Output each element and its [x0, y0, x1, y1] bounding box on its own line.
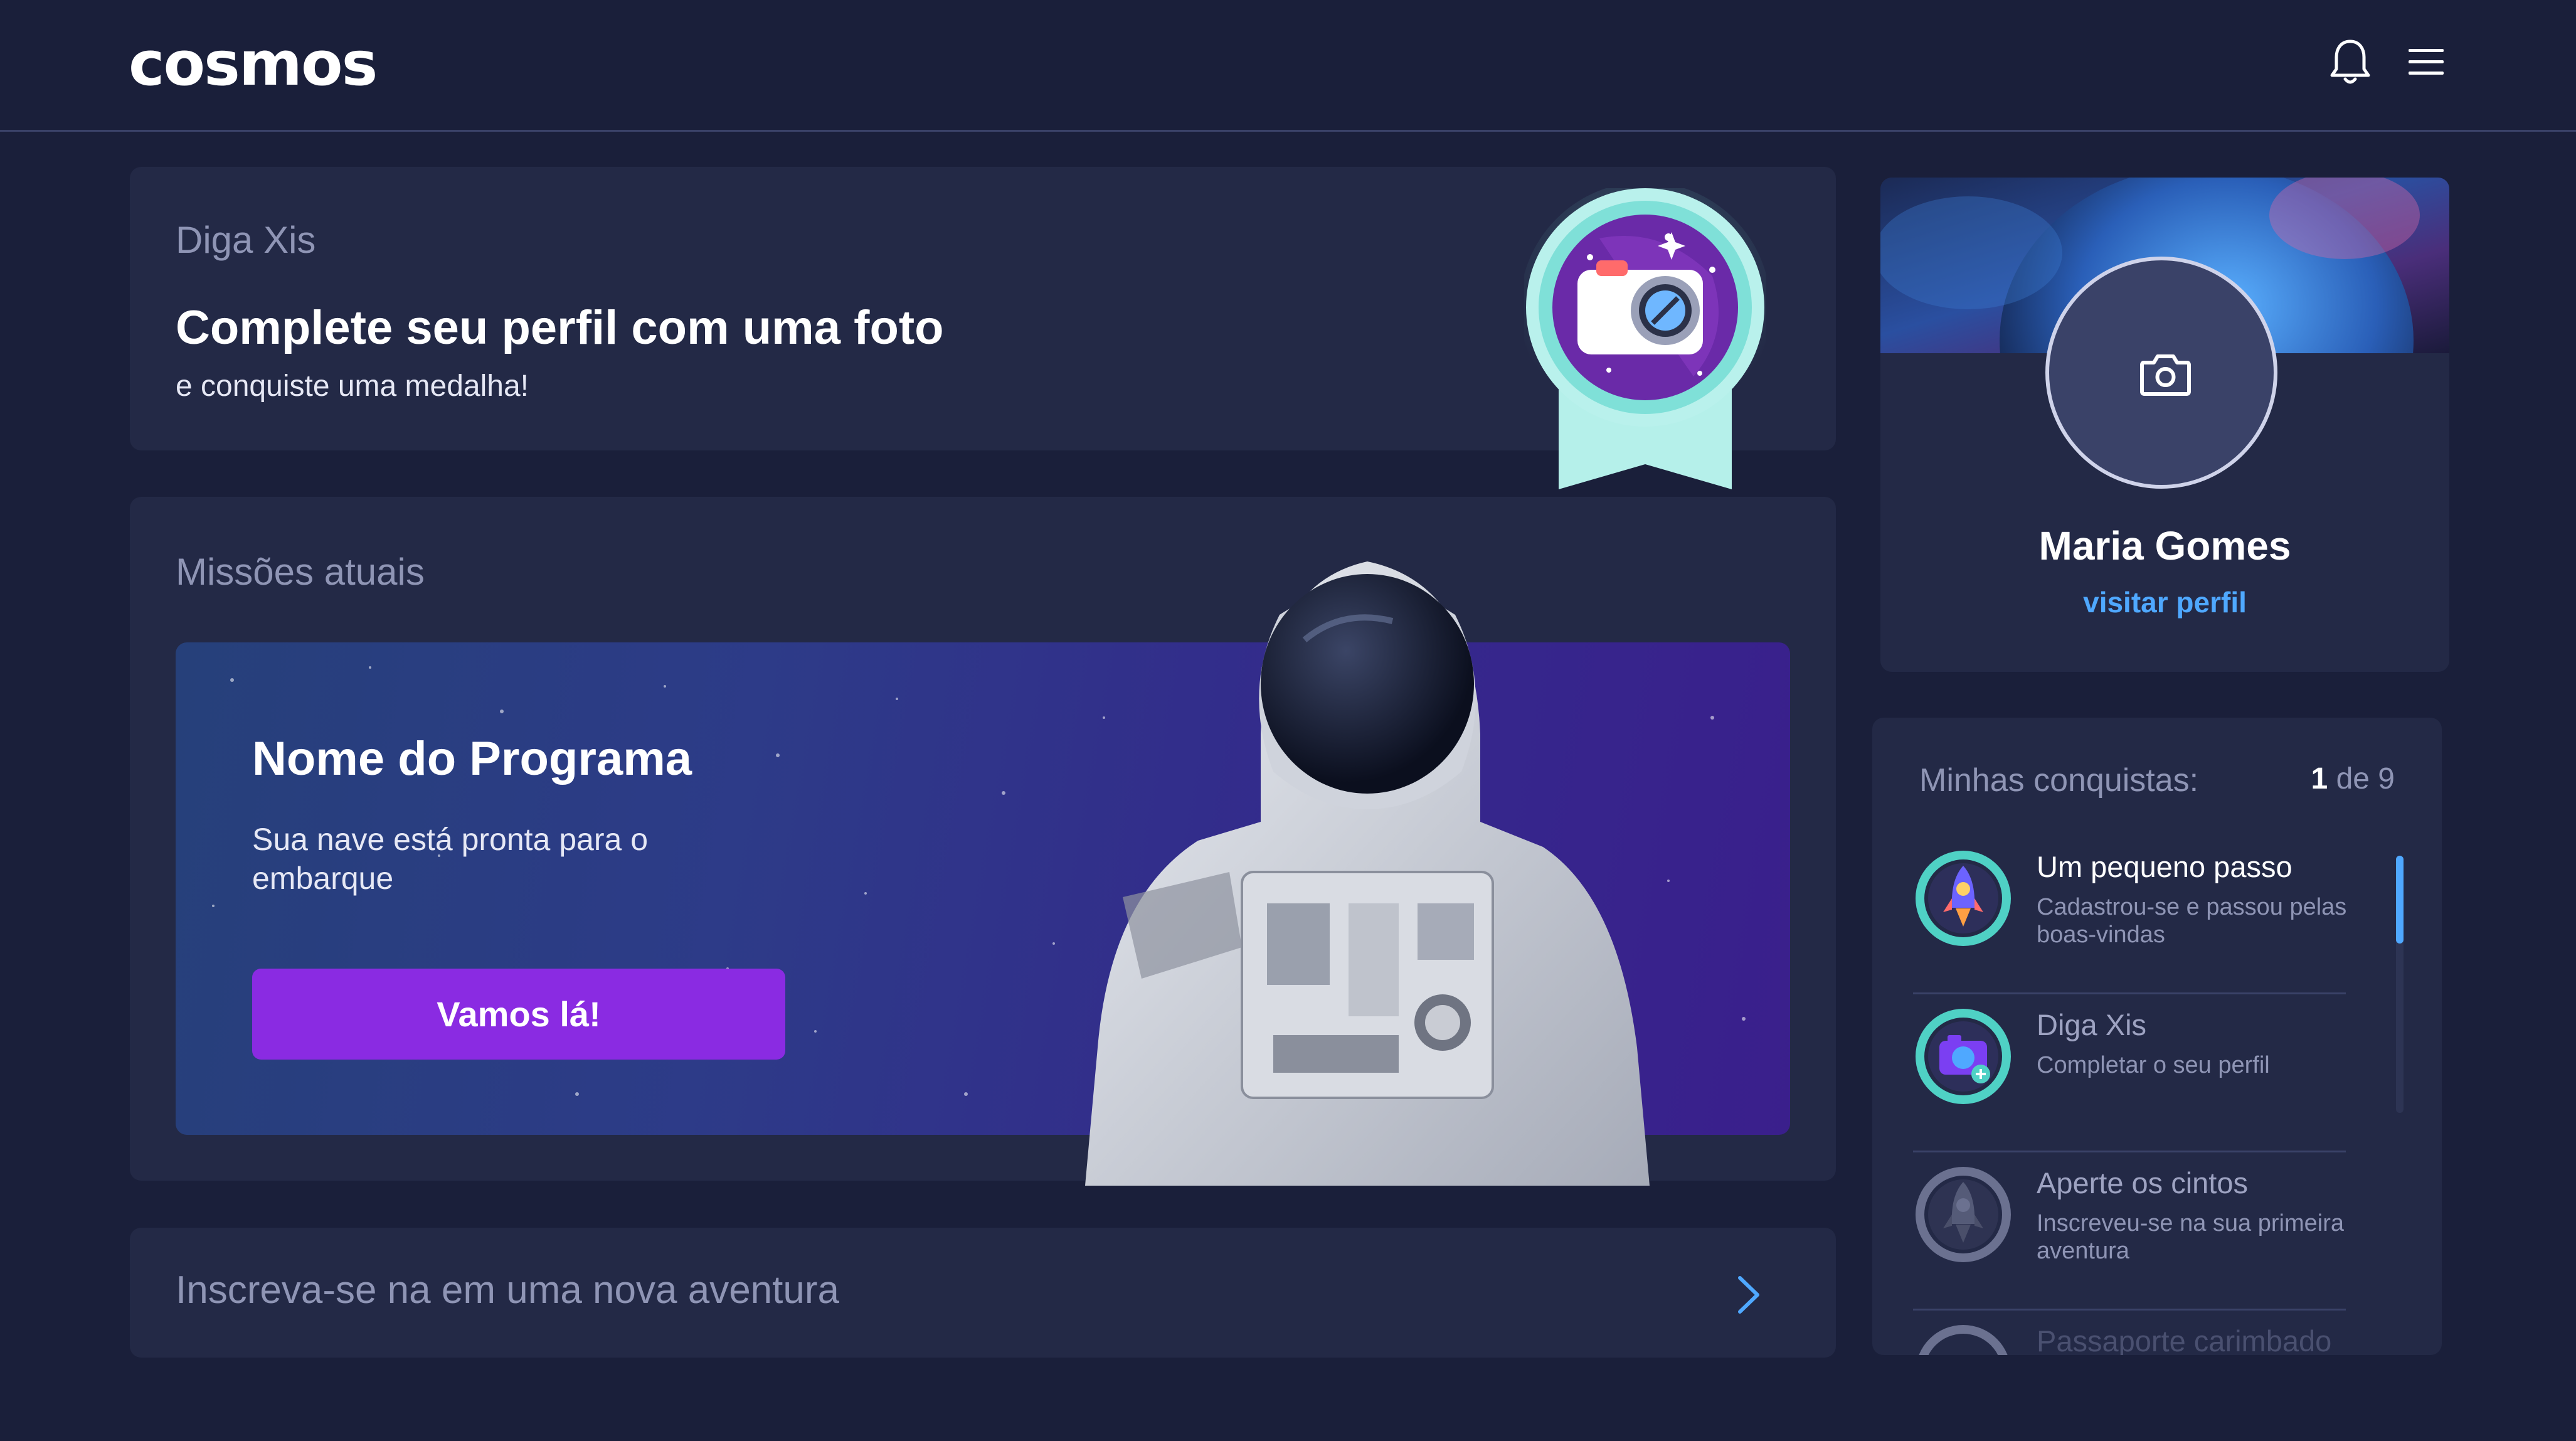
achievement-name: Passaporte carimbado: [2037, 1324, 2332, 1355]
achievement-desc: Inscreveu-se na sua primeira aventura: [2037, 1210, 2344, 1264]
menu-icon[interactable]: [2407, 46, 2445, 78]
achievements-scrollbar[interactable]: [2396, 856, 2404, 1113]
banner-title: Complete seu perfil com uma foto: [176, 301, 944, 354]
rocket-icon: [1916, 851, 2011, 946]
profile-name: Maria Gomes: [2038, 523, 2291, 568]
program-title: Nome do Programa: [252, 732, 692, 785]
achievements-card: Minhas conquistas: 1 de 9 Um pequeno pas…: [1872, 718, 2442, 1355]
achievement-name: Aperte os cintos: [2037, 1166, 2249, 1199]
banner-eyebrow: Diga Xis: [176, 219, 316, 261]
top-bar: cosmos: [0, 0, 2576, 132]
achievement-item[interactable]: Aperte os cintos Inscreveu-se na sua pri…: [1913, 1153, 2346, 1311]
bell-icon[interactable]: [2328, 36, 2372, 87]
astronaut-illustration: [1085, 561, 1650, 1186]
avatar[interactable]: [2045, 257, 2277, 489]
camera-badge-icon: [1524, 188, 1766, 489]
achievement-desc: Cadastrou-se e passou pelas boas-vindas: [2037, 894, 2347, 948]
achievement-desc: Completar o seu perfil: [2037, 1052, 2270, 1078]
banner-subtitle: e conquiste uma medalha!: [176, 370, 529, 403]
profile-card: Maria Gomes visitar perfil: [1880, 178, 2449, 672]
lets-go-button[interactable]: Vamos lá!: [252, 969, 785, 1060]
program-description: Sua nave está pronta para o embarque: [252, 822, 649, 896]
camera-icon[interactable]: [2139, 350, 2192, 397]
visit-profile-link[interactable]: visitar perfil: [1880, 585, 2449, 619]
achievement-item[interactable]: Passaporte carimbado: [1913, 1311, 2346, 1355]
rocket-locked-icon: [1916, 1167, 2011, 1262]
cosmos-logo[interactable]: cosmos: [129, 28, 378, 99]
camera-icon: [1916, 1009, 2011, 1104]
scrollbar-thumb[interactable]: [2396, 856, 2404, 944]
chevron-right-icon[interactable]: [1732, 1273, 1764, 1317]
enroll-adventure-card[interactable]: Inscreva-se na em uma nova aventura: [130, 1228, 1836, 1358]
achievements-count: 1 de 9: [2311, 762, 2395, 795]
missions-title: Missões atuais: [176, 551, 425, 593]
achievement-item[interactable]: Diga Xis Completar o seu perfil: [1913, 995, 2346, 1152]
passport-icon: [1919, 1325, 2008, 1355]
achievement-name: Um pequeno passo: [2037, 850, 2292, 883]
achievement-name: Diga Xis: [2037, 1008, 2147, 1041]
achievements-title: Minhas conquistas:: [1919, 762, 2199, 799]
achievement-item[interactable]: Um pequeno passo Cadastrou-se e passou p…: [1913, 837, 2346, 994]
enroll-text: Inscreva-se na em uma nova aventura: [176, 1268, 839, 1312]
